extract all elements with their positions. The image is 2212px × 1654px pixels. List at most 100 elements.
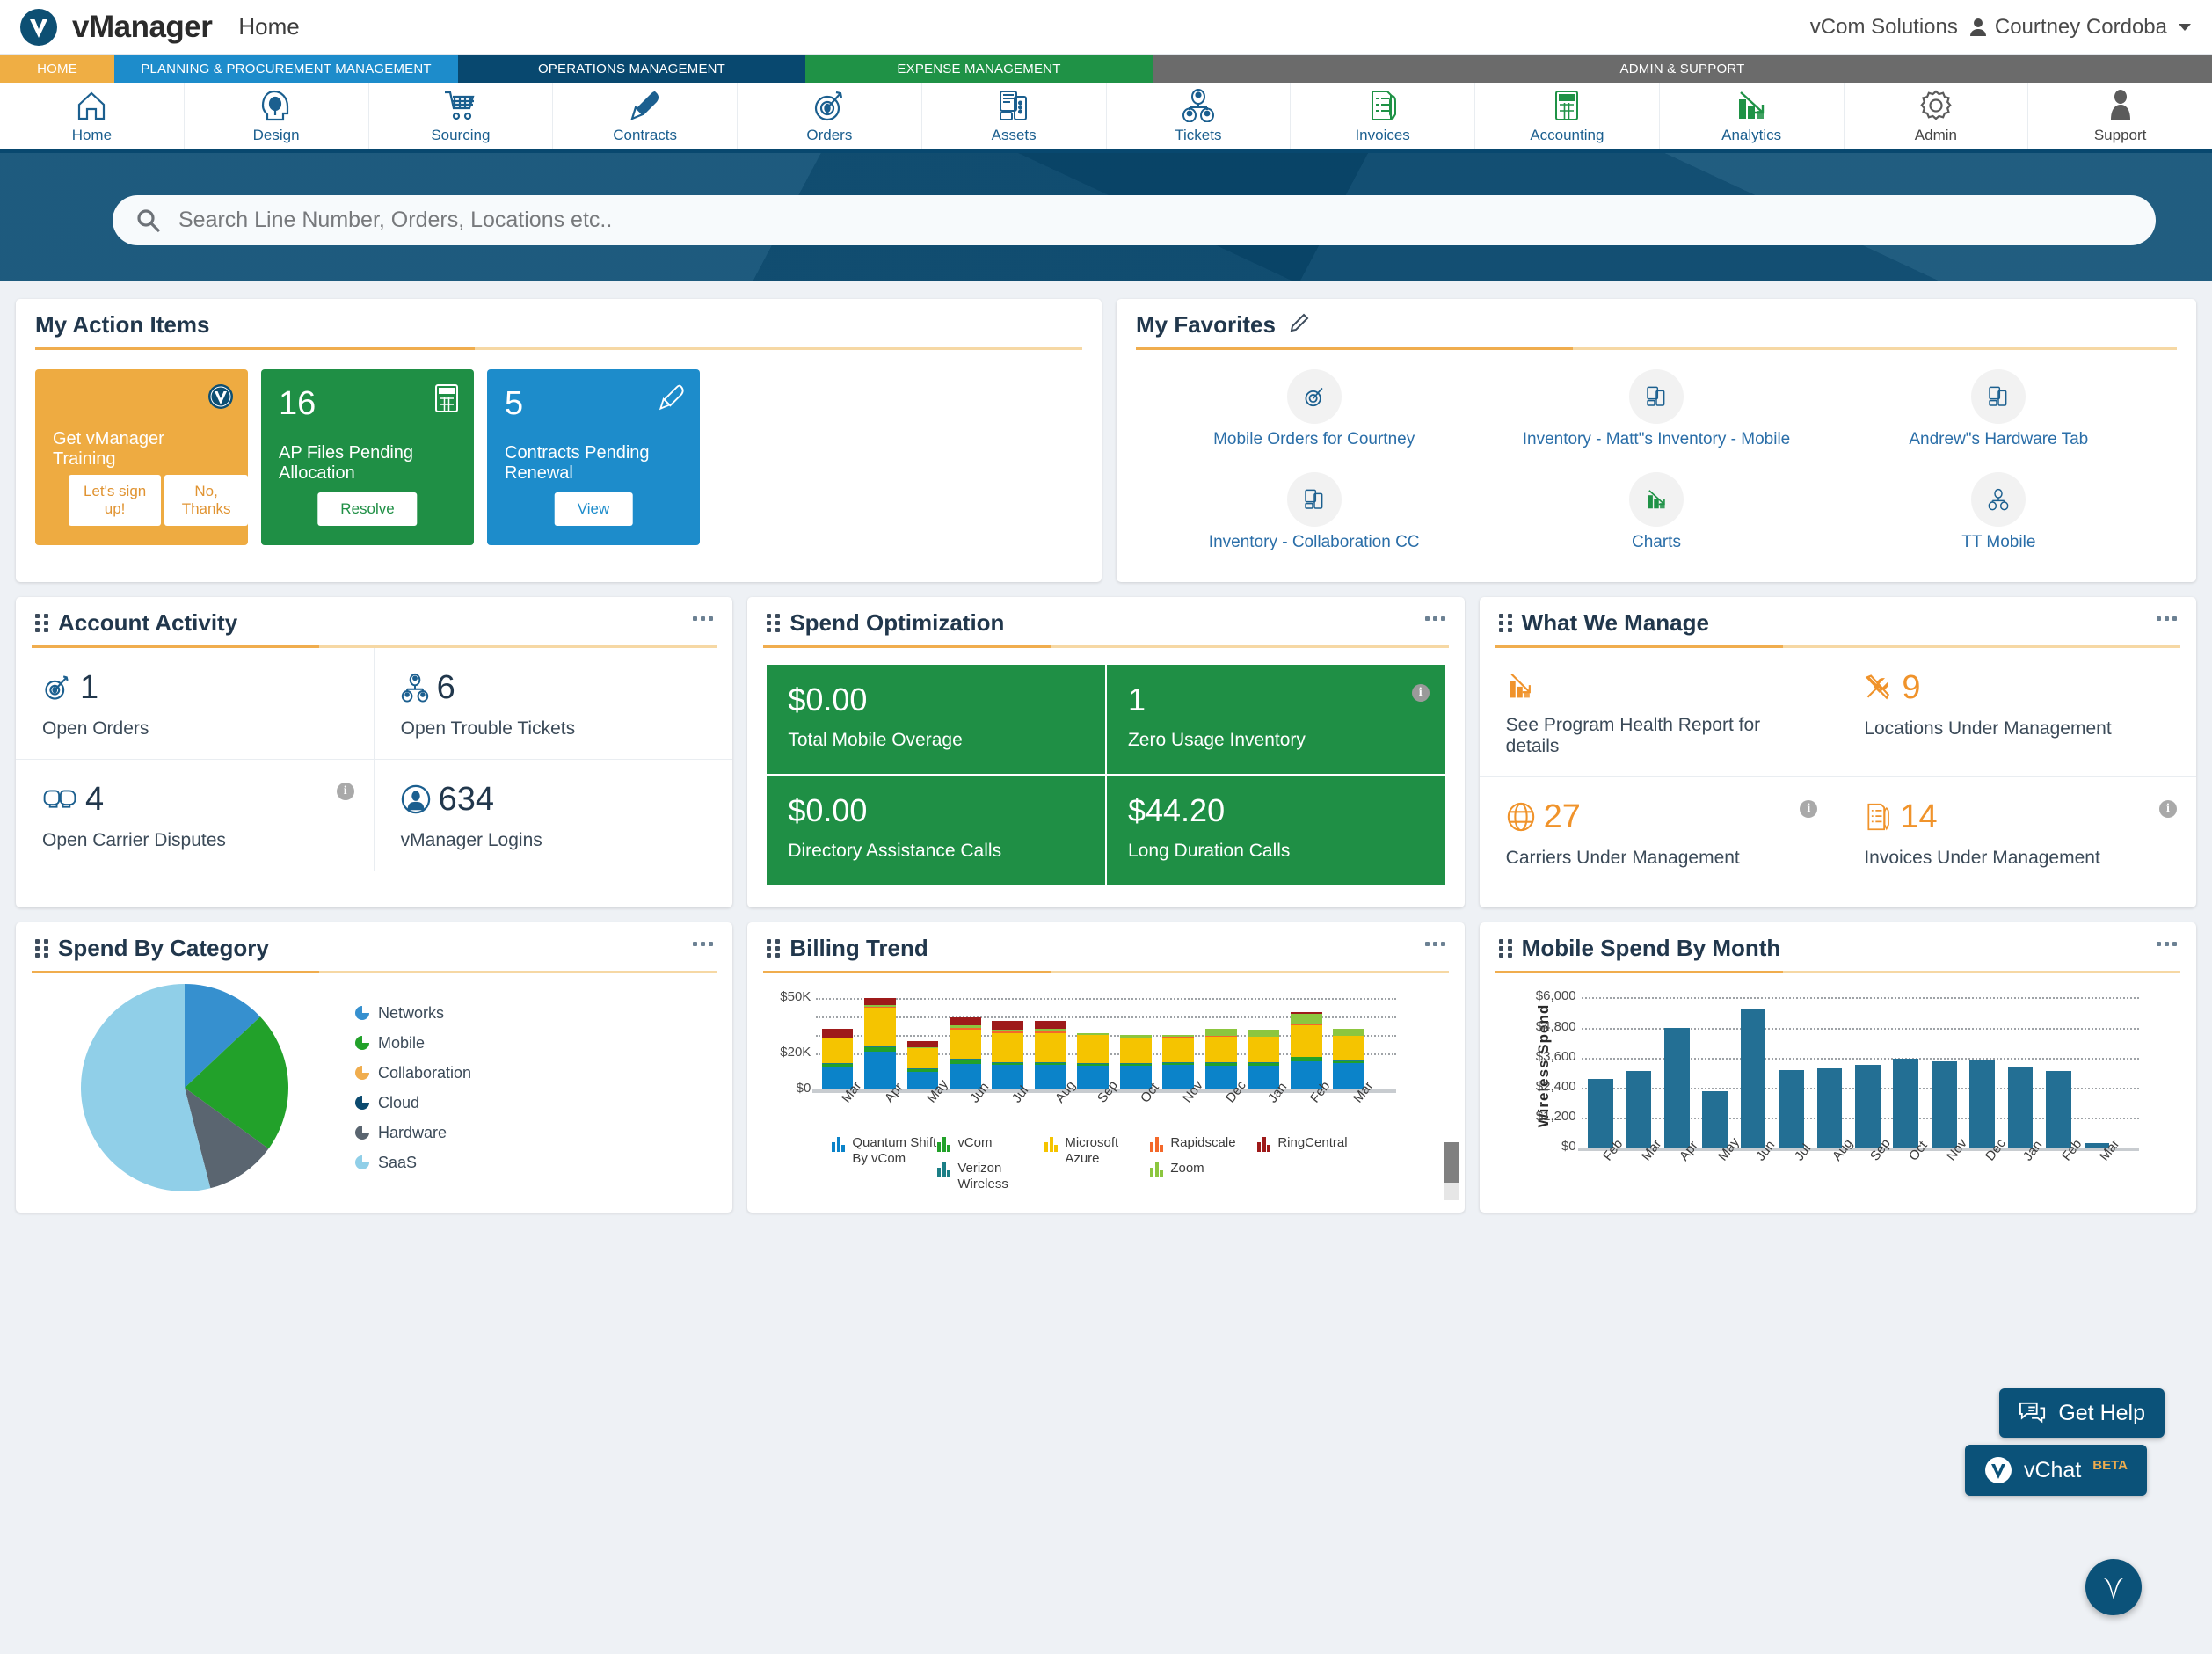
favorite-item[interactable]: TT Mobile bbox=[1828, 472, 2170, 552]
stacked-bar[interactable] bbox=[1204, 986, 1237, 1089]
nav-tab-admin[interactable]: ADMIN & SUPPORT bbox=[1153, 55, 2212, 83]
nav-tab-home[interactable]: HOME bbox=[0, 55, 114, 83]
card-menu-button[interactable] bbox=[693, 616, 714, 621]
nav-tab-expense[interactable]: EXPENSE MANAGEMENT bbox=[805, 55, 1153, 83]
icon-nav-item-home[interactable]: Home bbox=[0, 83, 185, 149]
bar[interactable] bbox=[2046, 1071, 2071, 1148]
pie-legend-item[interactable]: Mobile bbox=[355, 1034, 471, 1053]
stacked-bar[interactable] bbox=[906, 986, 939, 1089]
nav-tab-planning[interactable]: PLANNING & PROCUREMENT MANAGEMENT bbox=[114, 55, 458, 83]
bar[interactable] bbox=[1816, 1067, 1843, 1148]
stacked-bar[interactable] bbox=[1119, 986, 1152, 1089]
card-menu-button[interactable] bbox=[693, 942, 714, 946]
favorite-item[interactable]: Mobile Orders for Courtney bbox=[1143, 369, 1485, 449]
pie-legend-item[interactable]: Collaboration bbox=[355, 1064, 471, 1082]
legend-scrollbar[interactable] bbox=[1443, 1142, 1459, 1200]
pencil-icon[interactable] bbox=[1290, 313, 1309, 337]
icon-nav-item-design[interactable]: Design bbox=[185, 83, 369, 149]
stacked-bar[interactable] bbox=[950, 986, 981, 1089]
wwm-locations[interactable]: 9 Locations Under Management bbox=[1837, 648, 2196, 777]
icon-nav-item-admin[interactable]: Admin bbox=[1845, 83, 2029, 149]
legend-item[interactable]: Quantum Shift By vCom bbox=[832, 1135, 936, 1166]
icon-nav-item-contracts[interactable]: Contracts bbox=[553, 83, 738, 149]
pie-legend-item[interactable]: Networks bbox=[355, 1004, 471, 1023]
action-tile-contracts[interactable]: 5 Contracts Pending Renewal View bbox=[487, 369, 700, 545]
icon-nav-item-accounting[interactable]: Accounting bbox=[1475, 83, 1660, 149]
info-icon[interactable]: i bbox=[2158, 800, 2177, 818]
wwm-carriers[interactable]: i 27 Carriers Under Management bbox=[1480, 777, 1838, 888]
bar[interactable] bbox=[1969, 1060, 1995, 1148]
favorite-item[interactable]: Inventory - Matt"s Inventory - Mobile bbox=[1485, 369, 1827, 449]
legend-item[interactable]: Microsoft Azure bbox=[1044, 1135, 1149, 1166]
user-menu[interactable]: Courtney Cordoba bbox=[1969, 15, 2191, 40]
drag-handle-icon[interactable] bbox=[767, 614, 781, 632]
pie-legend-item[interactable]: SaaS bbox=[355, 1154, 471, 1172]
stacked-bar[interactable] bbox=[1034, 986, 1066, 1089]
action-tile-training[interactable]: Get vManager Training Let's sign up! No,… bbox=[35, 369, 248, 545]
drag-handle-icon[interactable] bbox=[35, 939, 48, 958]
favorite-item[interactable]: Inventory - Collaboration CC bbox=[1143, 472, 1485, 552]
bar[interactable] bbox=[2007, 1067, 2034, 1148]
icon-nav-item-support[interactable]: Support bbox=[2028, 83, 2212, 149]
resolve-button[interactable]: Resolve bbox=[317, 492, 418, 526]
card-menu-button[interactable] bbox=[1424, 616, 1445, 621]
bar[interactable] bbox=[1588, 1078, 1613, 1148]
pie-legend-item[interactable]: Cloud bbox=[355, 1094, 471, 1112]
legend-item[interactable]: Verizon Wireless bbox=[937, 1161, 1042, 1191]
icon-nav-item-orders[interactable]: Orders bbox=[738, 83, 922, 149]
stat-open-carrier-disputes[interactable]: i 4 Open Carrier Disputes bbox=[16, 760, 375, 871]
drag-handle-icon[interactable] bbox=[35, 614, 48, 632]
legend-item[interactable]: Rapidscale bbox=[1150, 1135, 1236, 1152]
bar[interactable] bbox=[1740, 1009, 1766, 1148]
bar[interactable] bbox=[1779, 1069, 1804, 1148]
no-thanks-button[interactable]: No, Thanks bbox=[164, 475, 248, 526]
info-icon[interactable]: i bbox=[1411, 684, 1430, 702]
stacked-bar[interactable] bbox=[1248, 986, 1280, 1089]
pie-chart[interactable] bbox=[81, 984, 288, 1191]
bar[interactable] bbox=[1893, 1059, 1919, 1148]
global-search[interactable] bbox=[113, 195, 2156, 245]
pie-legend-item[interactable]: Hardware bbox=[355, 1124, 471, 1142]
stacked-bar[interactable] bbox=[1290, 986, 1322, 1089]
icon-nav-item-tickets[interactable]: Tickets bbox=[1107, 83, 1292, 149]
view-button[interactable]: View bbox=[554, 492, 633, 526]
so-long-duration-calls[interactable]: $44.20 Long Duration Calls bbox=[1106, 776, 1445, 885]
get-help-button[interactable]: Get Help bbox=[1999, 1388, 2165, 1438]
wwm-invoices[interactable]: i 14 Invoices Under Management bbox=[1837, 777, 2196, 888]
nav-tab-operations[interactable]: OPERATIONS MANAGEMENT bbox=[458, 55, 805, 83]
stacked-bar[interactable] bbox=[1333, 986, 1365, 1089]
search-input[interactable] bbox=[177, 207, 2133, 234]
stat-vmanager-logins[interactable]: 634 vManager Logins bbox=[375, 760, 733, 871]
vchat-button[interactable]: vChat BETA bbox=[1964, 1445, 2147, 1496]
so-zero-usage-inventory[interactable]: i 1 Zero Usage Inventory bbox=[1106, 665, 1445, 774]
favorite-item[interactable]: Charts bbox=[1485, 472, 1827, 552]
stat-open-trouble-tickets[interactable]: 6 Open Trouble Tickets bbox=[374, 648, 733, 760]
bar[interactable] bbox=[1663, 1028, 1690, 1148]
billing-trend-chart[interactable]: $0 $20K $50K Mar Apr May Jun Jul Aug Sep Oct Nov Dec… bbox=[747, 973, 1464, 1213]
legend-item[interactable]: RingCentral bbox=[1257, 1135, 1348, 1152]
card-menu-button[interactable] bbox=[1424, 942, 1445, 946]
legend-item[interactable]: vCom bbox=[937, 1135, 1042, 1152]
stacked-bar[interactable] bbox=[864, 986, 896, 1089]
drag-handle-icon[interactable] bbox=[767, 939, 781, 958]
info-icon[interactable]: i bbox=[336, 783, 354, 800]
drag-handle-icon[interactable] bbox=[1498, 939, 1512, 958]
drag-handle-icon[interactable] bbox=[1498, 614, 1512, 632]
bar[interactable] bbox=[1855, 1065, 1881, 1148]
icon-nav-item-invoices[interactable]: Invoices bbox=[1291, 83, 1475, 149]
so-directory-assistance-calls[interactable]: $0.00 Directory Assistance Calls bbox=[767, 776, 1105, 885]
lets-sign-up-button[interactable]: Let's sign up! bbox=[69, 475, 162, 526]
icon-nav-item-assets[interactable]: Assets bbox=[922, 83, 1107, 149]
card-menu-button[interactable] bbox=[2156, 616, 2177, 621]
action-tile-ap-files[interactable]: 16 AP Files Pending Allocation Resolve bbox=[261, 369, 474, 545]
icon-nav-item-sourcing[interactable]: Sourcing bbox=[369, 83, 554, 149]
stacked-bar[interactable] bbox=[1077, 986, 1110, 1089]
icon-nav-item-analytics[interactable]: Analytics bbox=[1660, 83, 1845, 149]
mobile-spend-chart[interactable]: Wireless Spend $0 $1,200 $2,400 $3,600 $4,800… bbox=[1480, 973, 2196, 1213]
favorite-item[interactable]: Andrew"s Hardware Tab bbox=[1828, 369, 2170, 449]
wwm-program-health[interactable]: See Program Health Report for details bbox=[1479, 648, 1838, 777]
bar[interactable] bbox=[1626, 1071, 1652, 1148]
legend-item[interactable]: Zoom bbox=[1150, 1161, 1235, 1177]
bar[interactable] bbox=[1702, 1091, 1728, 1148]
stacked-bar[interactable] bbox=[992, 986, 1024, 1089]
